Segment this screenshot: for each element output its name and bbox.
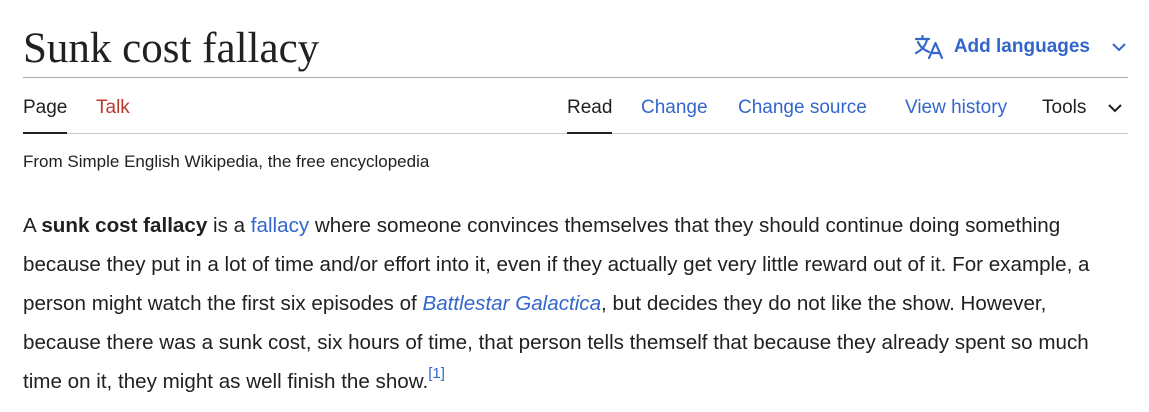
tools-menu[interactable]: Tools — [1042, 97, 1124, 132]
link-fallacy[interactable]: fallacy — [251, 214, 309, 237]
paragraph-text: A — [23, 214, 42, 237]
chevron-down-icon — [1112, 43, 1126, 52]
site-tagline: From Simple English Wikipedia, the free … — [23, 152, 430, 171]
translate-icon — [914, 34, 943, 60]
article-container: Sunk cost fallacy Add languages Page Tal… — [23, 0, 1128, 393]
tab-read[interactable]: Read — [567, 97, 613, 134]
link-battlestar-galactica[interactable]: Battlestar Galactica — [422, 292, 601, 315]
bold-term: sunk cost fallacy — [41, 214, 208, 237]
add-languages-button[interactable]: Add languages — [914, 34, 1128, 60]
tab-talk[interactable]: Talk — [96, 97, 130, 132]
paragraph-text: is a — [207, 214, 251, 237]
tab-view-history[interactable]: View history — [905, 97, 1007, 132]
tools-label: Tools — [1042, 97, 1087, 118]
add-languages-label: Add languages — [953, 36, 1090, 57]
title-bar: Sunk cost fallacy Add languages — [23, 0, 1128, 78]
page-title: Sunk cost fallacy — [23, 25, 320, 72]
article-paragraph: A sunk cost fallacy is a fallacy where s… — [23, 206, 1128, 401]
page-tabs: Page Talk Read Change Change source View… — [23, 78, 1128, 134]
tab-change-source[interactable]: Change source — [738, 97, 867, 132]
chevron-down-icon — [1108, 104, 1123, 113]
tab-change[interactable]: Change — [641, 97, 708, 132]
reference-link[interactable]: [1] — [428, 365, 445, 382]
tab-page[interactable]: Page — [23, 97, 68, 134]
